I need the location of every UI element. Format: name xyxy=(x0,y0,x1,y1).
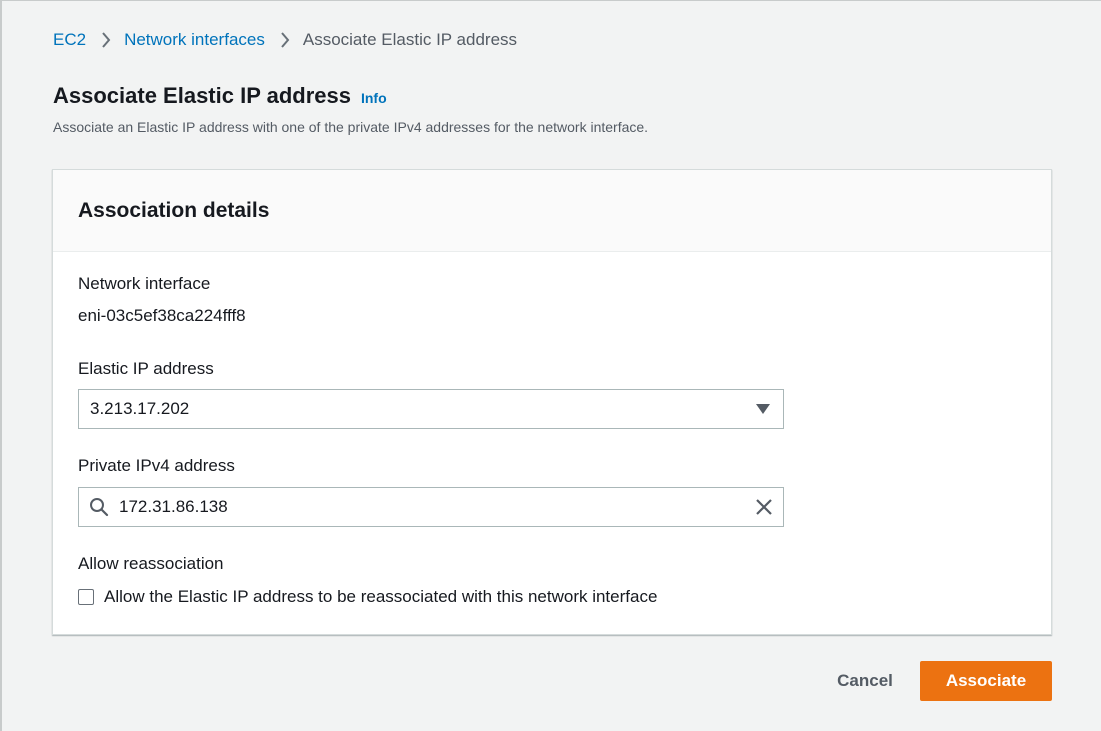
info-link[interactable]: Info xyxy=(361,90,387,106)
panel-title: Association details xyxy=(78,198,270,222)
page-title: Associate Elastic IP address xyxy=(53,83,351,108)
reassociation-label-wrap: Allow reassociation xyxy=(78,554,224,574)
caret-down-icon xyxy=(756,404,770,414)
breadcrumb-ec2-link[interactable]: EC2 xyxy=(53,30,86,50)
search-icon xyxy=(89,497,109,517)
elastic-ip-selected-value: 3.213.17.202 xyxy=(90,399,190,418)
chevron-right-icon xyxy=(280,32,290,48)
breadcrumb-network-interfaces-link[interactable]: Network interfaces xyxy=(124,30,265,50)
private-ipv4-label-wrap: Private IPv4 address xyxy=(78,456,235,476)
panel-header: Association details xyxy=(53,170,1051,252)
elastic-ip-select[interactable]: 3.213.17.202 xyxy=(78,389,784,429)
cancel-button[interactable]: Cancel xyxy=(820,661,910,701)
page-header: Associate Elastic IP address Info Associ… xyxy=(53,83,648,135)
network-interface-field: Network interface eni-03c5ef38ca224fff8 xyxy=(78,274,246,326)
elastic-ip-label: Elastic IP address xyxy=(78,359,214,378)
network-interface-value: eni-03c5ef38ca224fff8 xyxy=(78,306,246,325)
breadcrumb: EC2 Network interfaces Associate Elastic… xyxy=(53,29,517,51)
association-details-panel: Association details Network interface en… xyxy=(52,169,1052,635)
private-ipv4-input[interactable] xyxy=(119,492,754,522)
reassociation-checkbox-row[interactable]: Allow the Elastic IP address to be reass… xyxy=(78,587,657,607)
reassociation-checkbox-label[interactable]: Allow the Elastic IP address to be reass… xyxy=(104,587,657,607)
network-interface-label: Network interface xyxy=(78,274,211,293)
chevron-right-icon xyxy=(101,32,111,48)
private-ipv4-label: Private IPv4 address xyxy=(78,456,235,475)
close-icon[interactable] xyxy=(754,497,774,517)
reassociation-label: Allow reassociation xyxy=(78,554,224,573)
page-description: Associate an Elastic IP address with one… xyxy=(53,119,649,135)
private-ipv4-search xyxy=(78,487,784,527)
breadcrumb-current-page: Associate Elastic IP address xyxy=(302,30,518,49)
associate-button[interactable]: Associate xyxy=(920,661,1052,701)
elastic-ip-label-wrap: Elastic IP address xyxy=(78,359,214,379)
reassociation-checkbox[interactable] xyxy=(78,589,94,605)
page-title-row: Associate Elastic IP address Info xyxy=(53,83,648,109)
